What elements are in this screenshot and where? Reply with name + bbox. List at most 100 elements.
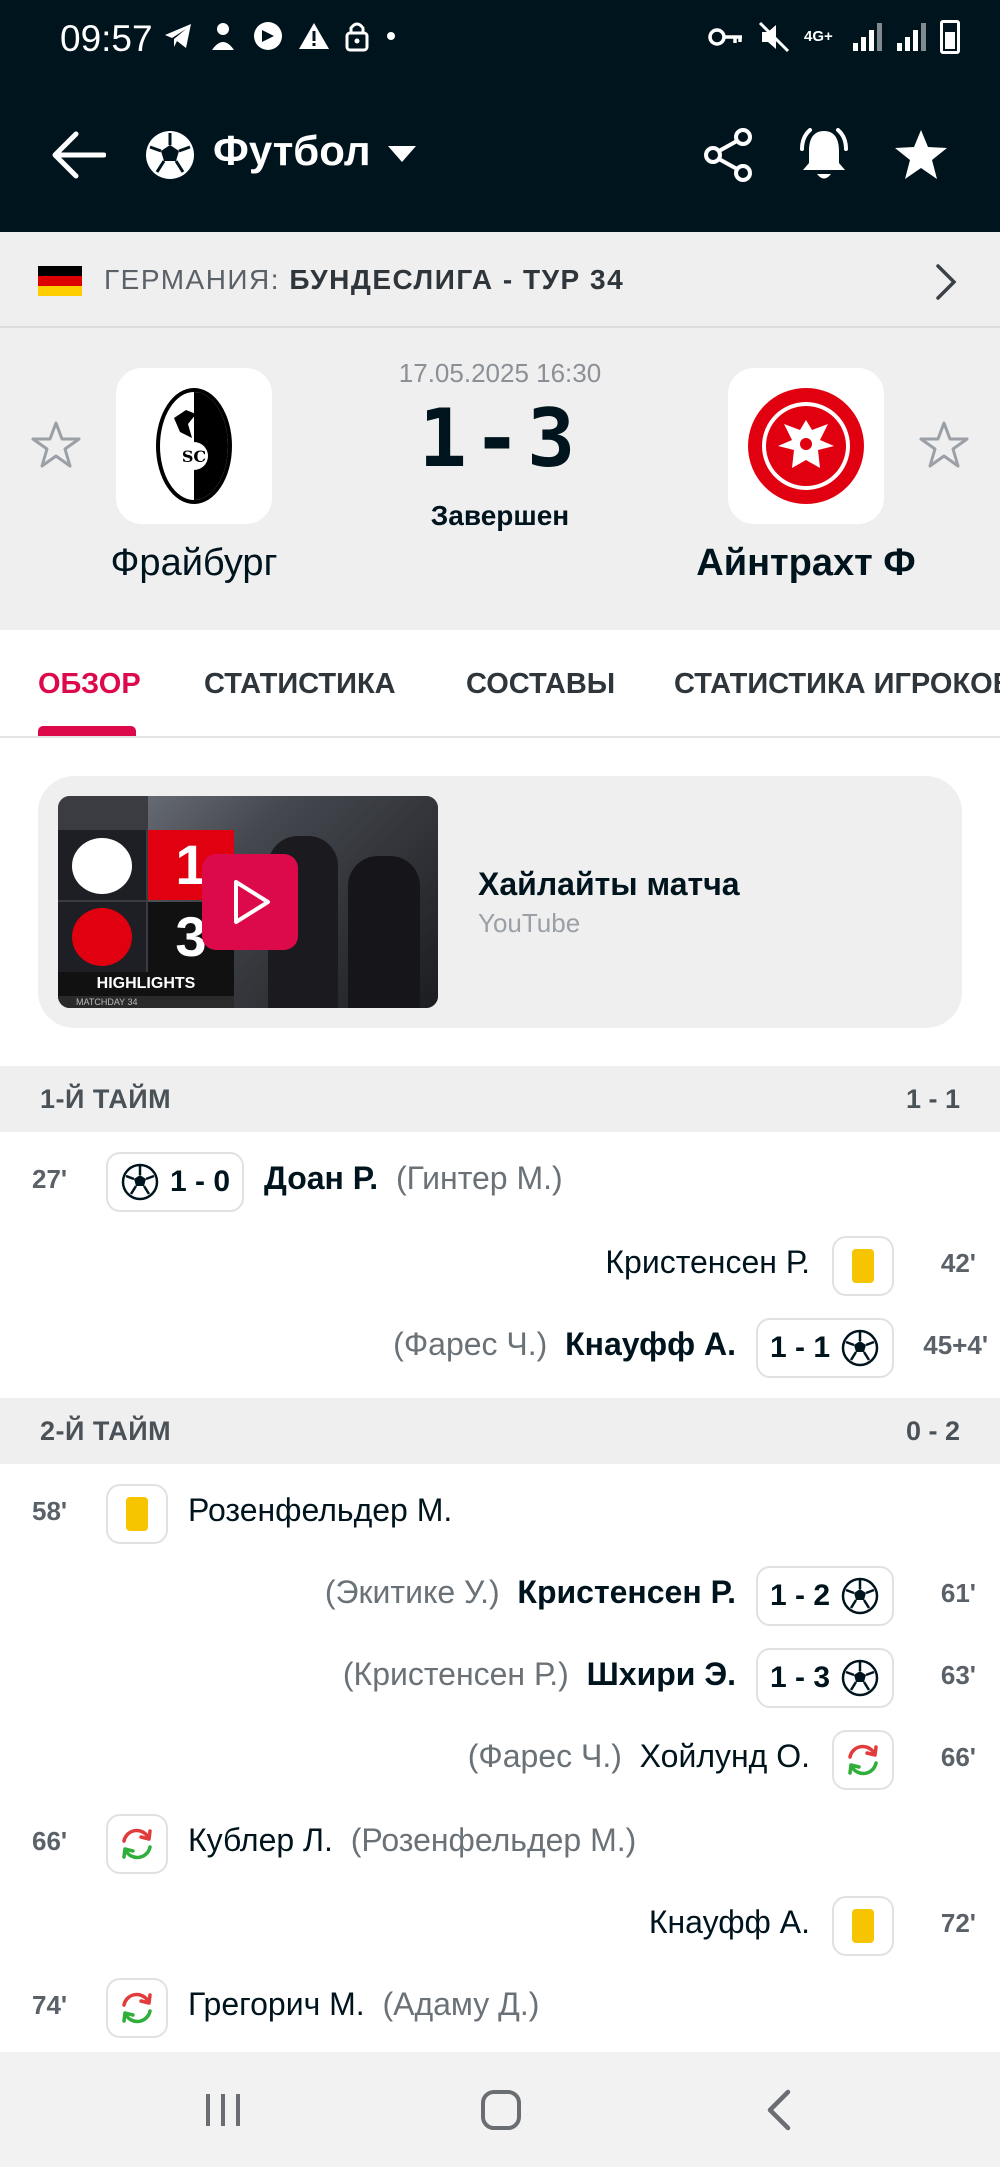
event-player: Кублер Л.: [188, 1822, 333, 1858]
event-assist: (Адаму Д.): [382, 1986, 540, 2022]
event-assist: (Экитике У.): [324, 1574, 500, 1610]
app-header: 09:57 4G+ Футбол: [0, 0, 1000, 232]
event-minute: 58': [32, 1496, 68, 1526]
event-player: Кнауфф А.: [648, 1904, 810, 1940]
soccer-ball-icon[interactable]: [143, 128, 197, 182]
half-header-second: 2-Й ТАЙМ 0 - 2: [0, 1398, 1000, 1464]
signal-icon: [852, 21, 882, 53]
event-text: Кнауфф А.: [649, 1904, 810, 1941]
event-text: Грегорич М. (Адаму Д.): [188, 1986, 539, 2023]
event-minute: 72': [940, 1908, 976, 1938]
yellow-card-icon: [852, 1909, 874, 1943]
event-text: (Экитике У.) Кристенсен Р.: [325, 1574, 736, 1611]
mute-icon: [758, 21, 790, 53]
soccer-ball-icon: [841, 1577, 879, 1615]
lock-icon: [345, 22, 369, 52]
event-text: Доан Р. (Гинтер М.): [264, 1160, 563, 1197]
event-minute: 61': [940, 1578, 976, 1608]
event-minute: 74': [32, 1990, 68, 2020]
tab-lineups[interactable]: СОСТАВЫ: [466, 668, 615, 701]
event-row[interactable]: (Фарес Ч.) Кнауфф А. 1 - 1 45+4': [0, 1306, 1000, 1388]
event-player: Розенфельдер М.: [188, 1492, 453, 1528]
half-label: 1-Й ТАЙМ: [40, 1084, 172, 1114]
chevron-right-icon[interactable]: [928, 262, 962, 302]
event-row[interactable]: Кристенсен Р. 42': [0, 1224, 1000, 1306]
event-assist: (Розенфельдер М.): [350, 1822, 637, 1858]
sport-selector[interactable]: Футбол: [213, 127, 371, 175]
event-row[interactable]: 74' Грегорич М. (Адаму Д.): [0, 1966, 1000, 2048]
eintracht-crest-icon: [748, 388, 864, 504]
substitution-badge: [832, 1730, 894, 1790]
event-text: (Кристенсен Р.) Шхири Э.: [343, 1656, 736, 1693]
favorite-home-star-icon[interactable]: [30, 420, 82, 472]
away-team-logo[interactable]: [728, 368, 884, 524]
yellow-card-badge: [832, 1236, 894, 1296]
freiburg-crest-icon: SC: [156, 388, 232, 504]
tab-statistics[interactable]: СТАТИСТИКА: [204, 668, 396, 701]
chevron-down-icon[interactable]: [388, 146, 416, 162]
status-icons-left: [162, 20, 398, 52]
event-row[interactable]: (Экитике У.) Кристенсен Р. 1 - 2 61': [0, 1554, 1000, 1636]
tab-player-statistics[interactable]: СТАТИСТИКА ИГРОКОВ: [674, 668, 1000, 701]
event-minute: 27': [32, 1164, 68, 1194]
home-icon[interactable]: [476, 2088, 526, 2132]
yellow-card-badge: [832, 1896, 894, 1956]
back-icon[interactable]: [756, 2088, 806, 2132]
system-nav-bar: [0, 2052, 1000, 2167]
goal-badge: 1 - 2: [756, 1566, 894, 1626]
event-row[interactable]: Кнауфф А. 72': [0, 1884, 1000, 1966]
star-icon[interactable]: [893, 128, 949, 182]
play-icon: [234, 880, 270, 924]
event-player: Кристенсен Р.: [605, 1244, 810, 1280]
league-country: ГЕРМАНИЯ:: [104, 264, 281, 295]
event-assist: (Фарес Ч.): [467, 1738, 622, 1774]
event-row[interactable]: (Кристенсен Р.) Шхири Э. 1 - 3 63': [0, 1636, 1000, 1718]
highlights-title: Хайлайты матча: [478, 866, 740, 902]
app-icon: [212, 23, 234, 50]
share-icon[interactable]: [702, 127, 754, 183]
app-icon: [254, 22, 282, 50]
event-minute: 42': [940, 1248, 976, 1278]
event-row[interactable]: 27' 1 - 0 Доан Р. (Гинтер М.): [0, 1140, 1000, 1222]
away-team-name[interactable]: Айнтрахт Ф: [646, 542, 966, 585]
event-player: Доан Р.: [264, 1160, 379, 1196]
germany-flag-icon: [38, 266, 82, 296]
yellow-card-badge: [106, 1484, 168, 1544]
event-row[interactable]: 66' Кублер Л. (Розенфельдер М.): [0, 1802, 1000, 1884]
tab-overview[interactable]: ОБЗОР: [38, 668, 141, 701]
event-player: Шхири Э.: [586, 1656, 736, 1692]
goal-score: 1 - 1: [769, 1331, 831, 1364]
half-score: 0 - 2: [905, 1416, 960, 1446]
event-text: Кристенсен Р.: [605, 1244, 810, 1281]
match-header: SC Фрайбург 17.05.2025 16:30 1-3 Заверше…: [0, 328, 1000, 630]
soccer-ball-icon: [841, 1329, 879, 1367]
highlights-card[interactable]: 1 3 HIGHLIGHTS MATCHDAY 34 Хайлайты матч…: [38, 776, 962, 1028]
league-title: ГЕРМАНИЯ: БУНДЕСЛИГА - ТУР 34: [104, 264, 624, 296]
home-team-logo[interactable]: SC: [116, 368, 272, 524]
half-label: 2-Й ТАЙМ: [40, 1416, 172, 1446]
substitution-badge: [106, 1978, 168, 2038]
event-row[interactable]: 58' Розенфельдер М.: [0, 1472, 1000, 1554]
event-text: Розенфельдер М.: [188, 1492, 452, 1529]
favorite-away-star-icon[interactable]: [918, 420, 970, 472]
highlights-thumbnail[interactable]: 1 3 HIGHLIGHTS MATCHDAY 34: [58, 796, 438, 1008]
half-score: 1 - 1: [905, 1084, 960, 1114]
play-button[interactable]: [202, 854, 298, 950]
recent-apps-icon[interactable]: [198, 2088, 248, 2132]
thumb-matchday: MATCHDAY 34: [58, 996, 234, 1008]
home-team-name[interactable]: Фрайбург: [34, 542, 354, 585]
event-minute: 66': [32, 1826, 68, 1856]
match-score: 1-3: [418, 392, 582, 485]
yellow-card-icon: [852, 1249, 874, 1283]
event-assist: (Фарес Ч.): [393, 1326, 548, 1362]
signal-icon: [896, 21, 926, 53]
yellow-card-icon: [126, 1497, 148, 1531]
event-text: (Фарес Ч.) Кнауфф А.: [393, 1326, 736, 1363]
substitution-icon: [122, 1828, 152, 1860]
back-arrow-icon[interactable]: [50, 130, 106, 180]
highlights-source: YouTube: [478, 908, 581, 938]
bell-icon[interactable]: [796, 125, 852, 185]
event-minute: 45+4': [923, 1330, 988, 1360]
event-row[interactable]: (Фарес Ч.) Хойлунд О. 66': [0, 1718, 1000, 1800]
league-row[interactable]: ГЕРМАНИЯ: БУНДЕСЛИГА - ТУР 34: [0, 232, 1000, 328]
